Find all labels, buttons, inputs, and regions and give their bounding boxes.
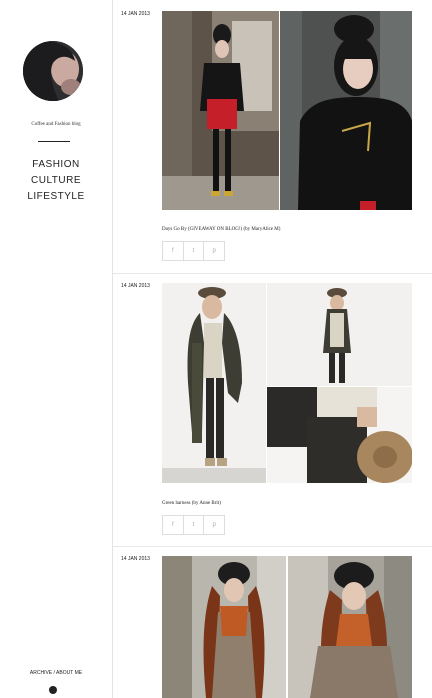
- facebook-icon[interactable]: f: [163, 242, 184, 260]
- post-photo[interactable]: [162, 11, 279, 210]
- tagline-divider: [38, 141, 70, 142]
- post-photo[interactable]: [288, 556, 412, 698]
- post-photo[interactable]: [267, 283, 412, 386]
- pinterest-icon[interactable]: p: [204, 516, 224, 534]
- post-photo[interactable]: [267, 387, 412, 483]
- post-divider: [113, 546, 432, 547]
- nav-lifestyle[interactable]: LIFESTYLE: [0, 189, 112, 205]
- footer-separator: /: [53, 670, 55, 676]
- sidebar-divider: [112, 0, 113, 698]
- share-bar: f t p: [162, 515, 225, 535]
- share-bar: f t p: [162, 241, 225, 261]
- blog-tagline: Coffee and Fashion blog: [31, 122, 81, 127]
- pinterest-icon[interactable]: [49, 686, 57, 694]
- post-caption[interactable]: Days Go By (GIVEAWAY ON BLOG!) (by MaryA…: [162, 227, 280, 232]
- post-caption[interactable]: Green harness (by Anne Brit): [162, 501, 221, 506]
- sidebar: Coffee and Fashion blog FASHION CULTURE …: [0, 0, 112, 698]
- post-photo[interactable]: [280, 11, 412, 210]
- post-photo[interactable]: [162, 556, 286, 698]
- footer-links: ARCHIVE / ABOUT ME: [0, 670, 112, 676]
- twitter-icon[interactable]: t: [184, 242, 205, 260]
- post-photo[interactable]: [162, 283, 266, 483]
- avatar[interactable]: [23, 41, 83, 101]
- archive-link[interactable]: ARCHIVE: [30, 670, 52, 676]
- post-divider: [113, 273, 432, 274]
- twitter-icon[interactable]: t: [184, 516, 205, 534]
- main-nav: FASHION CULTURE LIFESTYLE: [0, 157, 112, 205]
- pinterest-icon[interactable]: p: [204, 242, 224, 260]
- about-me-link[interactable]: ABOUT ME: [56, 670, 82, 676]
- nav-culture[interactable]: CULTURE: [0, 173, 112, 189]
- facebook-icon[interactable]: f: [163, 516, 184, 534]
- post-date: 14 JAN 2013: [121, 283, 150, 289]
- post-date: 14 JAN 2013: [121, 556, 150, 562]
- nav-fashion[interactable]: FASHION: [0, 157, 112, 173]
- post-date: 14 JAN 2013: [121, 11, 150, 17]
